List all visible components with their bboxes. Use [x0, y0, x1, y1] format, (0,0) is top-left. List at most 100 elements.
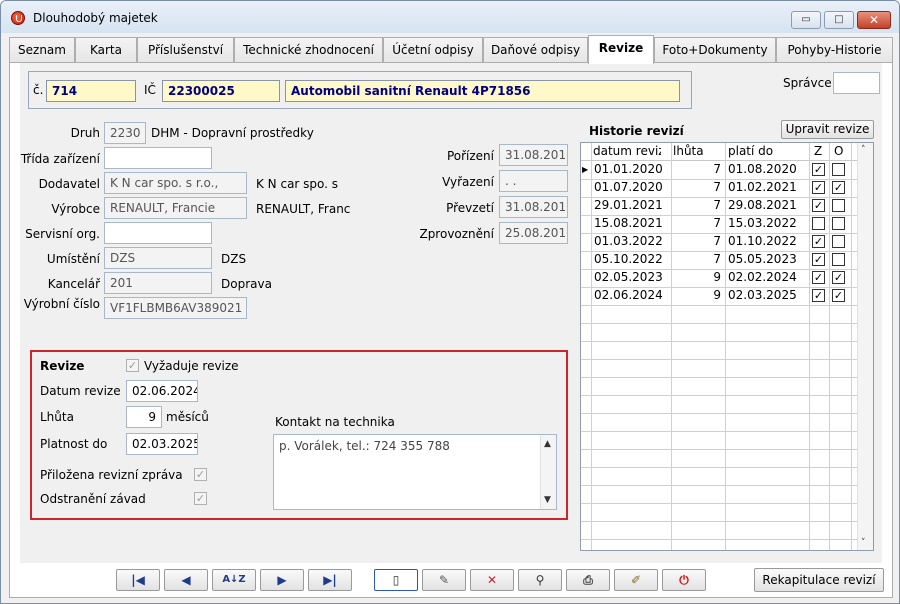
table-row[interactable]: 15.08.2021 7 15.03.2022 — [581, 215, 859, 233]
tab-technicke-zhodnoceni[interactable]: Technické zhodnocení — [234, 37, 383, 63]
lhuta-field[interactable]: 9 — [126, 406, 162, 428]
cell-z-checkbox[interactable]: ✓ — [812, 289, 825, 302]
druh-code-field[interactable]: 2230 — [104, 122, 146, 144]
ic-label: IČ — [144, 83, 156, 97]
kancelar-field[interactable]: 201 — [104, 272, 212, 294]
table-row[interactable]: 02.05.2023 9 02.02.2024 ✓ ✓ — [581, 269, 859, 287]
table-row[interactable]: 02.06.2024 9 02.03.2025 ✓ ✓ — [581, 287, 859, 305]
tab-prislusenstvi[interactable]: Příslušenství — [137, 37, 234, 63]
scroll-down-icon[interactable]: ▼ — [544, 495, 551, 505]
cell-o-checkbox[interactable] — [832, 163, 845, 176]
tab-revize[interactable]: Revize — [588, 35, 654, 64]
edit-button[interactable]: ✎ — [422, 569, 466, 591]
cell-o-checkbox[interactable] — [832, 235, 845, 248]
kancelar-text: Doprava — [221, 277, 272, 291]
cell-z-checkbox[interactable]: ✓ — [812, 199, 825, 212]
cell-o-checkbox[interactable]: ✓ — [832, 181, 845, 194]
col-o[interactable]: O — [834, 143, 846, 161]
kontakt-scrollbar[interactable]: ▲ ▼ — [540, 435, 556, 509]
tab-karta[interactable]: Karta — [75, 37, 137, 63]
cell-datum-revize: 01.01.2020 — [594, 162, 663, 176]
title-bar: Dlouhodobý majetek ▭ □ ✕ — [1, 1, 899, 33]
vyrobni-cislo-field[interactable]: VF1FLBMB6AV389021 — [104, 297, 247, 319]
close-button[interactable]: ✕ — [857, 11, 891, 29]
tab-pohyby-historie[interactable]: Pohyby-Historie — [776, 37, 893, 63]
cell-lhuta: 7 — [713, 252, 721, 266]
zprovozneni-field[interactable]: 25.08.2010 — [499, 222, 568, 244]
prilozena-checkbox[interactable]: ✓ — [194, 468, 207, 481]
print-button[interactable]: ⎙ — [566, 569, 610, 591]
vyrazeni-field[interactable]: . . — [499, 170, 568, 192]
table-row[interactable]: 29.01.2021 7 29.08.2021 ✓ — [581, 197, 859, 215]
col-plati-do[interactable]: platí do — [728, 143, 798, 161]
power-button[interactable]: ⏻ — [662, 569, 706, 591]
porizeni-field[interactable]: 31.08.2010 — [499, 144, 568, 166]
table-row[interactable]: ▶ 01.01.2020 7 01.08.2020 ✓ — [581, 161, 859, 179]
tools-icon: ✐ — [630, 573, 642, 587]
datum-revize-field[interactable]: 02.06.2024 — [126, 380, 198, 402]
col-z[interactable]: Z — [814, 143, 826, 161]
table-row[interactable]: 01.07.2020 7 01.02.2021 ✓ ✓ — [581, 179, 859, 197]
col-lhuta[interactable]: lhůta — [673, 143, 713, 161]
grid-row-line — [581, 467, 859, 468]
grid-scrollbar[interactable]: ˄ ˅ — [857, 143, 873, 550]
cell-datum-revize: 01.03.2022 — [594, 234, 663, 248]
grid-scroll-up-icon[interactable]: ˄ — [861, 145, 866, 155]
kontakt-textarea[interactable]: p. Vorálek, tel.: 724 355 788 ▲ ▼ — [273, 434, 557, 510]
tab-ucetni-odpisy[interactable]: Účetní odpisy — [383, 37, 483, 63]
cell-o-checkbox[interactable]: ✓ — [832, 289, 845, 302]
cell-o-checkbox[interactable] — [832, 217, 845, 230]
last-record-button[interactable]: ▶| — [308, 569, 352, 591]
grid-row-line — [581, 413, 859, 414]
rekapitulace-button[interactable]: Rekapitulace revizí — [754, 568, 884, 592]
grid-scroll-down-icon[interactable]: ˅ — [861, 538, 866, 548]
cell-o-checkbox[interactable] — [832, 199, 845, 212]
historie-grid[interactable]: datum revize lhůta platí do Z O ▶ 01.01.2… — [580, 142, 874, 551]
table-row[interactable]: 05.10.2022 7 05.05.2023 ✓ — [581, 251, 859, 269]
cell-z-checkbox[interactable]: ✓ — [812, 253, 825, 266]
power-icon: ⏻ — [679, 573, 689, 587]
scroll-up-icon[interactable]: ▲ — [544, 439, 551, 449]
tab-danove-odpisy[interactable]: Daňové odpisy — [483, 37, 588, 63]
umisteni-field[interactable]: DZS — [104, 247, 212, 269]
delete-button[interactable]: ✕ — [470, 569, 514, 591]
minimize-button[interactable]: ▭ — [791, 11, 821, 29]
grid-row-line — [581, 521, 859, 522]
cell-z-checkbox[interactable]: ✓ — [812, 271, 825, 284]
cell-o-checkbox[interactable] — [832, 253, 845, 266]
prevzeti-field[interactable]: 31.08.2010 — [499, 196, 568, 218]
spravce-field[interactable] — [833, 72, 880, 94]
trida-field[interactable] — [104, 147, 212, 169]
first-record-button[interactable]: |◀ — [116, 569, 160, 591]
cell-datum-revize: 02.06.2024 — [594, 288, 663, 302]
tab-seznam[interactable]: Seznam — [9, 37, 75, 63]
maximize-button[interactable]: □ — [824, 11, 854, 29]
vyrobce-field[interactable]: RENAULT, Francie — [104, 197, 247, 219]
sort-button[interactable]: A↓Z — [212, 569, 256, 591]
cell-z-checkbox[interactable]: ✓ — [812, 235, 825, 248]
cell-z-checkbox[interactable]: ✓ — [812, 181, 825, 194]
platnost-field[interactable]: 02.03.2025 — [126, 433, 198, 455]
cell-z-checkbox[interactable]: ✓ — [812, 163, 825, 176]
next-record-button[interactable]: ▶ — [260, 569, 304, 591]
vyzaduje-revize-checkbox[interactable]: ✓ — [126, 359, 139, 372]
asset-name-field[interactable]: Automobil sanitní Renault 4P71856 — [285, 80, 680, 102]
tab-foto-dokumenty[interactable]: Foto+Dokumenty — [654, 37, 776, 63]
upravit-revize-button[interactable]: Upravit revize — [781, 120, 874, 139]
druh-label: Druh — [70, 126, 100, 140]
cell-lhuta: 7 — [713, 180, 721, 194]
cell-plati-do: 01.08.2020 — [728, 162, 797, 176]
tools-button[interactable]: ✐ — [614, 569, 658, 591]
col-datum-revize[interactable]: datum revize — [593, 143, 661, 161]
ic-field[interactable]: 22300025 — [162, 80, 280, 102]
odstraneni-checkbox[interactable]: ✓ — [194, 492, 207, 505]
new-button[interactable]: ▯ — [374, 569, 418, 591]
dodavatel-field[interactable]: K N car spo. s r.o., — [104, 172, 247, 194]
previous-record-button[interactable]: ◀ — [164, 569, 208, 591]
servis-field[interactable] — [104, 222, 212, 244]
table-row[interactable]: 01.03.2022 7 01.10.2022 ✓ — [581, 233, 859, 251]
cell-z-checkbox[interactable] — [812, 217, 825, 230]
c-field[interactable]: 714 — [46, 80, 136, 102]
find-button[interactable]: ⚲ — [518, 569, 562, 591]
cell-o-checkbox[interactable]: ✓ — [832, 271, 845, 284]
